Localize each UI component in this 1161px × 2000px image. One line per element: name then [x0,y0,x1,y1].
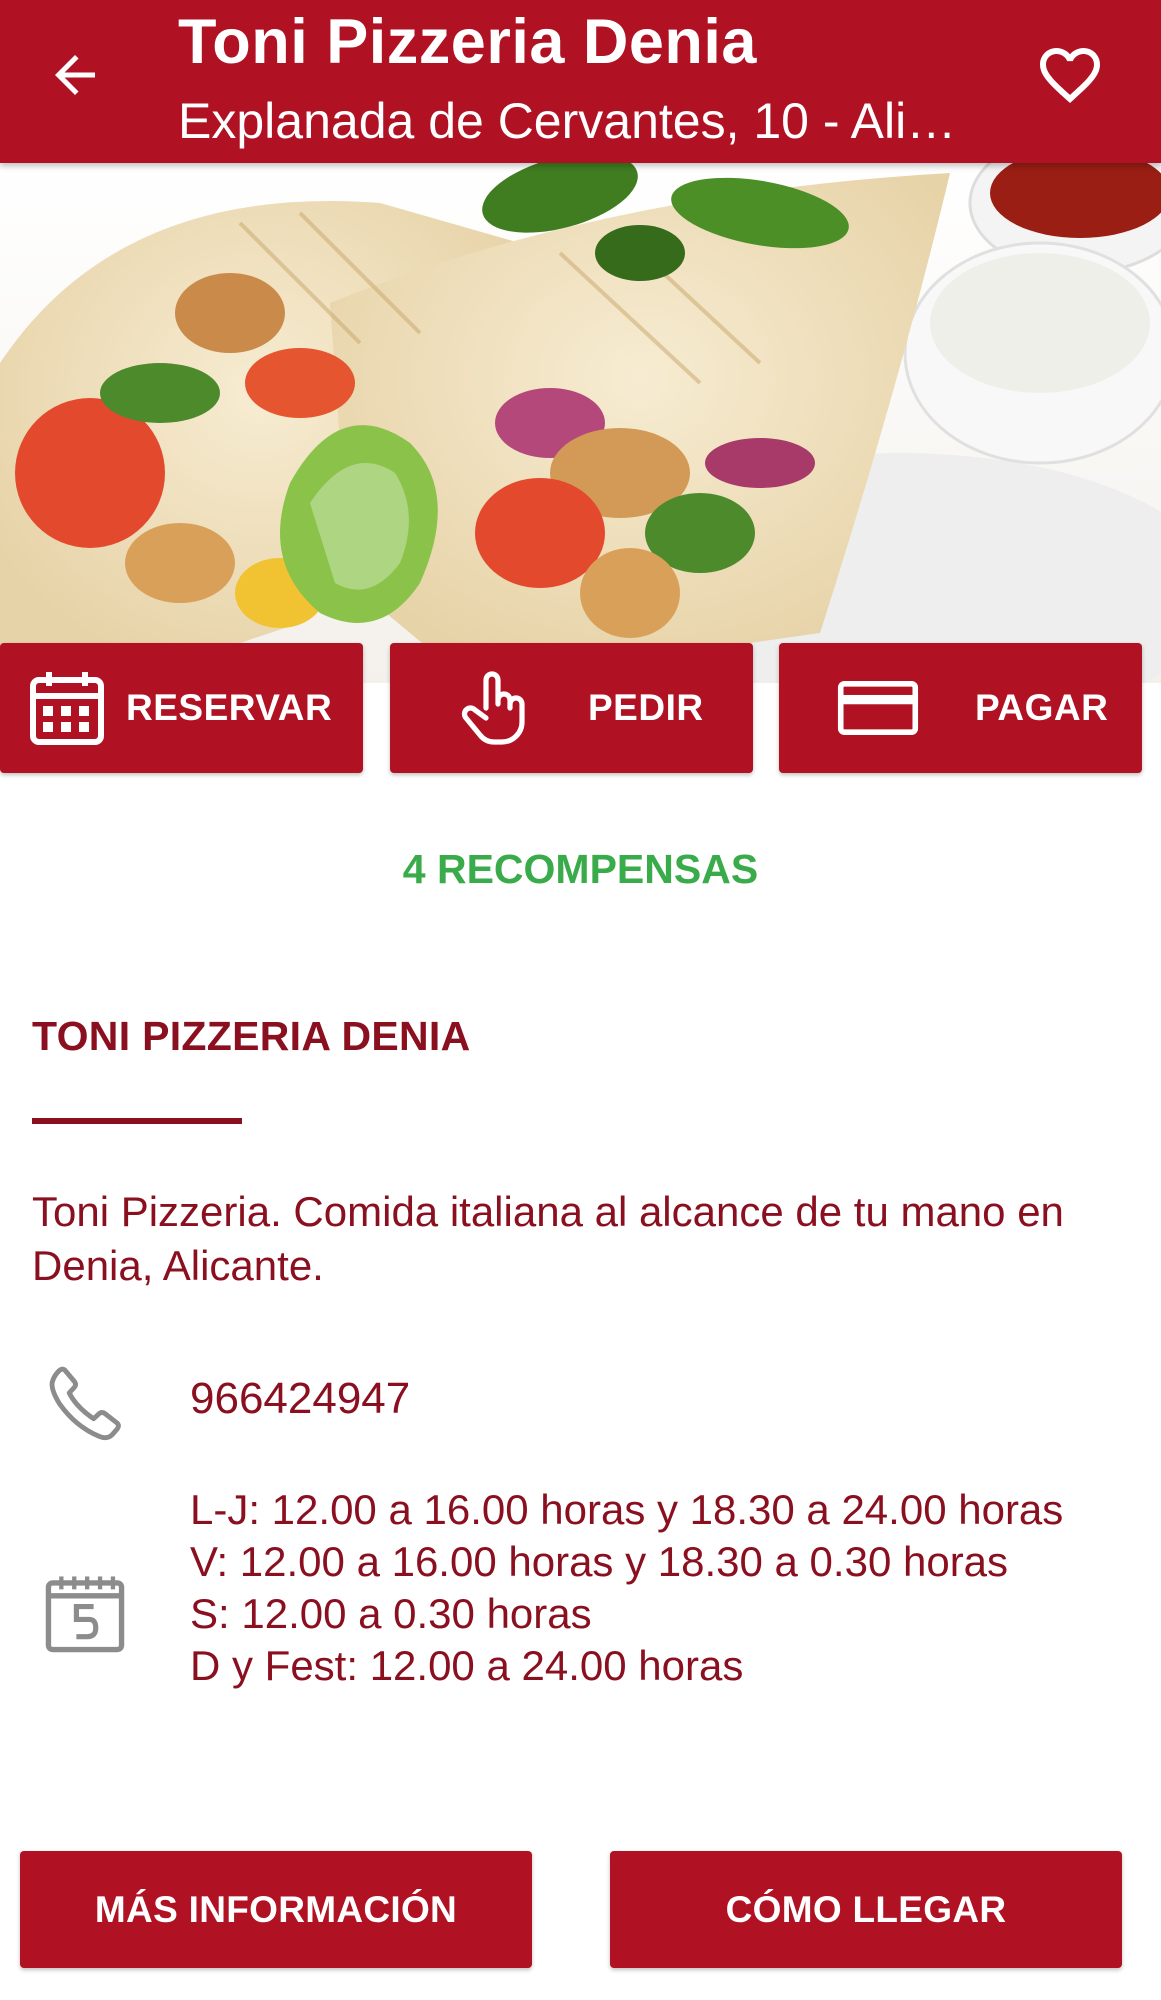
kebab-wraps-photo [0,163,1161,683]
restaurant-description: Toni Pizzeria. Comida italiana al alcanc… [32,1188,1064,1289]
heart-outline-icon [1040,48,1100,104]
opening-hours: L-J: 12.00 a 16.00 horas y 18.30 a 24.00… [190,1484,1120,1692]
rewards-link[interactable]: 4 RECOMPENSAS [0,846,1161,893]
hero-image [0,163,1161,683]
phone-icon [49,1366,121,1441]
page-subtitle-address: Explanada de Cervantes, 10 - Alicante [178,93,978,149]
directions-button[interactable]: CÓMO LLEGAR [610,1851,1122,1968]
reservar-label: RESERVAR [126,687,333,728]
back-button[interactable] [30,30,120,120]
pagar-label: PAGAR [975,687,1109,728]
credit-card-icon [779,643,929,773]
pedir-label: PEDIR [588,687,704,728]
arrow-left-icon [55,55,95,95]
app-bar: Toni Pizzeria Denia Explanada de Cervant… [0,0,1161,163]
more-info-button[interactable]: MÁS INFORMACIÓN [20,1851,532,1968]
heading-divider [32,1118,242,1124]
phone-number[interactable]: 966424947 [190,1374,410,1424]
pedir-button[interactable]: PEDIR [390,643,753,773]
pagar-button[interactable]: PAGAR [779,643,1142,773]
hand-pointer-icon [390,643,540,773]
hours-line: L-J: 12.00 a 16.00 horas y 18.30 a 24.00… [190,1486,1064,1533]
reservar-button[interactable]: RESERVAR [0,643,363,773]
favorite-button[interactable] [1020,30,1120,120]
calendar-icon [8,643,126,773]
page-title: Toni Pizzeria Denia [178,7,757,77]
hours-line: D y Fest: 12.00 a 24.00 horas [190,1642,744,1689]
calendar-icon [45,1576,125,1653]
hours-line: S: 12.00 a 0.30 horas [190,1590,592,1637]
restaurant-name-heading: TONI PIZZERIA DENIA [32,1013,471,1059]
hours-line: V: 12.00 a 16.00 horas y 18.30 a 0.30 ho… [190,1538,1009,1585]
